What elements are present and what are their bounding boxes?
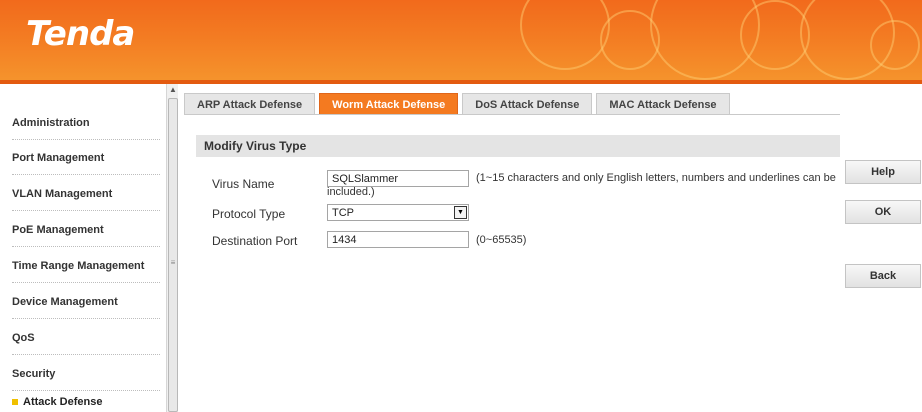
ok-button[interactable]: OK <box>845 200 921 224</box>
sidebar-item-label: Security <box>12 367 56 380</box>
tab-worm-attack-defense[interactable]: Worm Attack Defense <box>319 93 459 115</box>
sidebar-item-label: Time Range Management <box>12 259 145 272</box>
sidebar-item-attack-defense[interactable]: Attack Defense <box>12 389 160 412</box>
sidebar-item-security[interactable]: Security <box>12 357 160 391</box>
tab-mac-attack-defense[interactable]: MAC Attack Defense <box>596 93 730 115</box>
protocol-type-select[interactable]: TCP ▼ <box>327 204 469 221</box>
tab-divider <box>184 114 840 115</box>
sidebar-item-label: Administration <box>12 116 90 129</box>
sidebar-item-label: VLAN Management <box>12 187 113 200</box>
scroll-grip-icon: ≡ <box>170 258 176 267</box>
sidebar-item-label: Port Management <box>12 151 105 164</box>
banner-decoration <box>520 0 610 70</box>
banner-decoration <box>870 20 920 70</box>
destination-port-input[interactable] <box>327 231 469 248</box>
sidebar-item-administration[interactable]: Administration <box>12 106 160 140</box>
sidebar-item-label: Attack Defense <box>23 396 103 408</box>
sidebar: Administration Port Management VLAN Mana… <box>0 84 178 412</box>
sidebar-item-label: Device Management <box>12 295 118 308</box>
scroll-up-arrow-icon[interactable]: ▲ <box>167 84 179 96</box>
tab-bar: ARP Attack Defense Worm Attack Defense D… <box>184 93 734 115</box>
section-title: Modify Virus Type <box>196 135 840 157</box>
dropdown-arrow-icon[interactable]: ▼ <box>454 206 467 219</box>
sidebar-item-vlan-management[interactable]: VLAN Management <box>12 177 160 211</box>
sidebar-item-poe-management[interactable]: PoE Management <box>12 213 160 247</box>
help-button[interactable]: Help <box>845 160 921 184</box>
destination-port-hint: (0~65535) <box>476 234 527 246</box>
protocol-type-value: TCP <box>332 206 354 219</box>
virus-name-hint-continued: included.) <box>327 186 375 198</box>
virus-name-input[interactable] <box>327 170 469 187</box>
sidebar-item-time-range-management[interactable]: Time Range Management <box>12 249 160 283</box>
sidebar-item-port-management[interactable]: Port Management <box>12 141 160 175</box>
sidebar-item-label: QoS <box>12 331 35 344</box>
tab-arp-attack-defense[interactable]: ARP Attack Defense <box>184 93 316 115</box>
header-banner: Tenda <box>0 0 922 80</box>
protocol-type-label: Protocol Type <box>212 207 286 221</box>
sidebar-item-device-management[interactable]: Device Management <box>12 285 160 319</box>
scroll-thumb[interactable]: ≡ <box>168 98 178 412</box>
back-button[interactable]: Back <box>845 264 921 288</box>
sidebar-item-qos[interactable]: QoS <box>12 321 160 355</box>
virus-name-hint: (1~15 characters and only English letter… <box>476 172 836 184</box>
destination-port-label: Destination Port <box>212 234 298 248</box>
virus-name-label: Virus Name <box>212 177 275 191</box>
tab-dos-attack-defense[interactable]: DoS Attack Defense <box>462 93 593 115</box>
sidebar-scrollbar[interactable]: ▲ ≡ <box>166 84 178 412</box>
sidebar-item-label: PoE Management <box>12 223 104 236</box>
tenda-logo: Tenda <box>26 14 135 54</box>
